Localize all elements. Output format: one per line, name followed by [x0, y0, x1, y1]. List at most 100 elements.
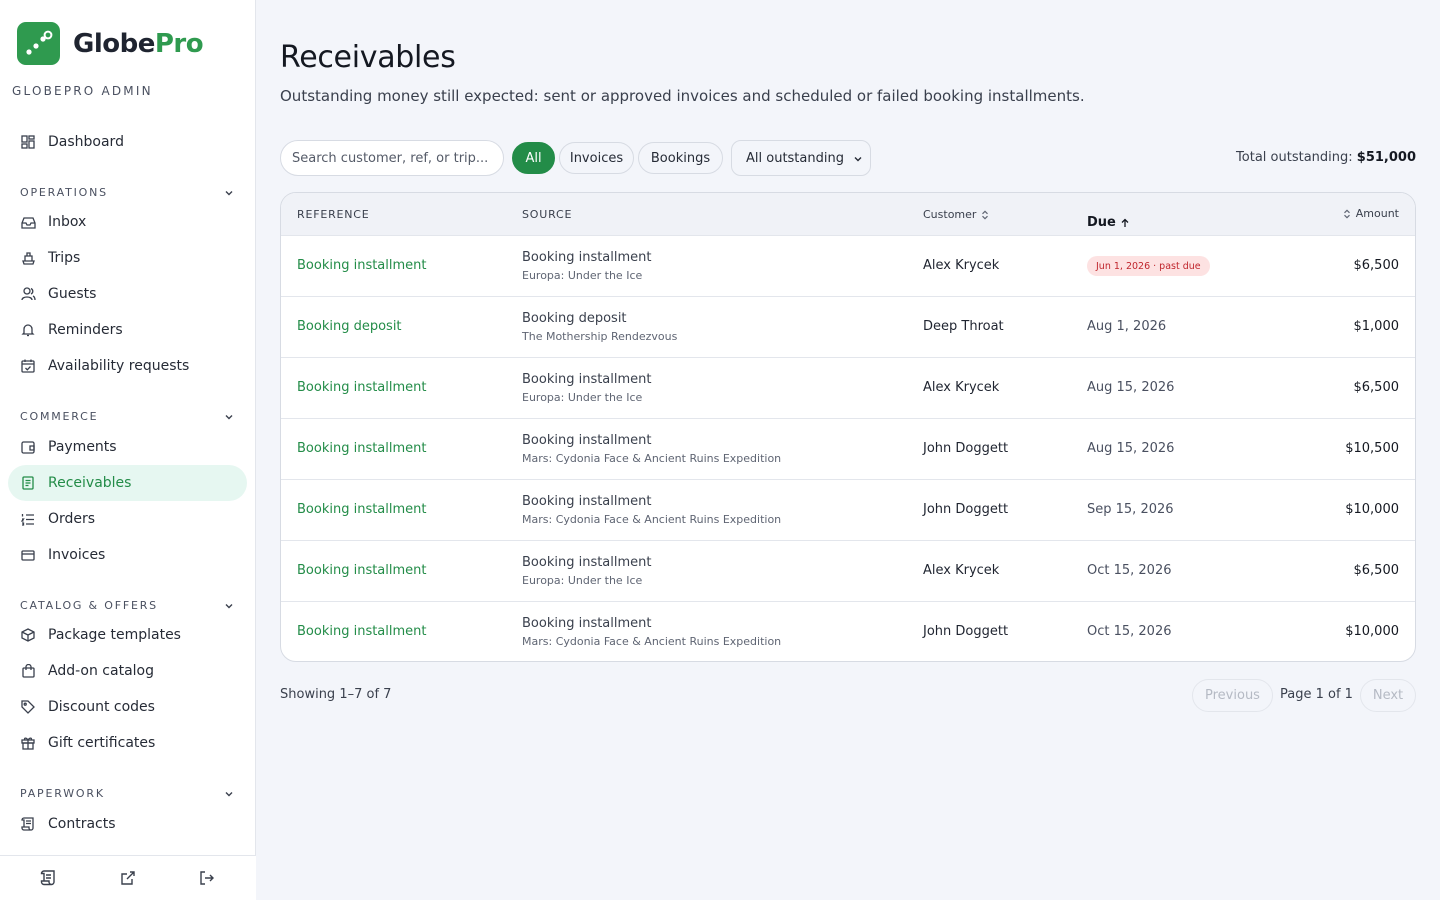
reference-link[interactable]: Booking installment	[297, 624, 427, 639]
sidebar-item-label: Gift certificates	[48, 735, 156, 751]
section-commerce[interactable]: COMMERCE	[20, 410, 235, 423]
sidebar-item-gift-certificates[interactable]: Gift certificates	[8, 725, 247, 761]
column-header-source: SOURCE	[522, 208, 573, 221]
source-trip: Mars: Cydonia Face & Ancient Ruins Exped…	[522, 452, 782, 465]
table-row[interactable]: Booking installment Booking installment …	[281, 479, 1415, 540]
chevron-down-icon	[854, 157, 862, 162]
receipt-icon	[20, 475, 36, 491]
column-header-due[interactable]: Due	[1087, 215, 1130, 230]
filter-chip-bookings[interactable]: Bookings	[638, 142, 723, 174]
customer-name: Alex Krycek	[923, 258, 1000, 273]
filter-chip-all[interactable]: All	[512, 142, 555, 174]
sidebar-item-receivables[interactable]: Receivables	[8, 465, 247, 501]
users-icon	[20, 286, 36, 302]
search-input[interactable]	[280, 140, 504, 176]
source-trip: Europa: Under the Ice	[522, 391, 643, 404]
sidebar-item-label: Invoices	[48, 547, 106, 563]
sidebar-item-discount-codes[interactable]: Discount codes	[8, 689, 247, 725]
logout-icon[interactable]	[198, 869, 216, 887]
column-header-customer[interactable]: Customer	[923, 208, 990, 221]
section-operations[interactable]: OPERATIONS	[20, 186, 235, 199]
tag-icon	[20, 699, 36, 715]
due-date: Aug 1, 2026	[1087, 319, 1167, 334]
source-trip: Mars: Cydonia Face & Ancient Ruins Exped…	[522, 635, 782, 648]
column-header-label: Customer	[923, 208, 977, 221]
amount: $10,000	[1345, 502, 1399, 517]
chevron-down-icon	[225, 791, 233, 796]
reference-link[interactable]: Booking installment	[297, 502, 427, 517]
sidebar-item-label: Payments	[48, 439, 117, 455]
pagination-summary: Showing 1–7 of 7	[280, 687, 392, 702]
reference-link[interactable]: Booking installment	[297, 258, 427, 273]
sidebar-item-label: Package templates	[48, 627, 181, 643]
sidebar-item-label: Receivables	[48, 475, 132, 491]
sidebar-item-add-on-catalog[interactable]: Add-on catalog	[8, 653, 247, 689]
customer-name: Deep Throat	[923, 319, 1004, 334]
sidebar: GlobePro GLOBEPRO ADMIN Dashboard OPERAT…	[0, 0, 256, 900]
column-header-amount[interactable]: Amount	[1342, 207, 1399, 220]
source-trip: Mars: Cydonia Face & Ancient Ruins Exped…	[522, 513, 782, 526]
source-title: Booking installment	[522, 494, 652, 509]
globepro-logo-icon	[17, 22, 60, 65]
due-date: Aug 15, 2026	[1087, 380, 1175, 395]
chevron-down-icon	[225, 190, 233, 195]
source-trip: Europa: Under the Ice	[522, 269, 643, 282]
chevron-down-icon	[225, 414, 233, 419]
table-row[interactable]: Booking installment Booking installment …	[281, 418, 1415, 479]
sidebar-item-label: Contracts	[48, 816, 116, 832]
filter-chip-invoices[interactable]: Invoices	[559, 142, 634, 174]
section-title: PAPERWORK	[20, 787, 105, 800]
total-label: Total outstanding:	[1236, 150, 1353, 165]
previous-button[interactable]: Previous	[1192, 679, 1273, 712]
sidebar-item-payments[interactable]: Payments	[8, 429, 247, 465]
sidebar-item-invoices[interactable]: Invoices	[8, 537, 247, 573]
sidebar-item-inbox[interactable]: Inbox	[8, 204, 247, 240]
external-link-icon[interactable]	[119, 869, 137, 887]
scroll-icon[interactable]	[39, 869, 57, 887]
brand[interactable]: GlobePro	[17, 22, 204, 65]
sidebar-item-guests[interactable]: Guests	[8, 276, 247, 312]
brand-name: GlobePro	[73, 28, 204, 59]
sidebar-item-availability-requests[interactable]: Availability requests	[8, 348, 247, 384]
amount: $6,500	[1353, 563, 1400, 578]
sidebar-item-reminders[interactable]: Reminders	[8, 312, 247, 348]
table-row[interactable]: Booking deposit Booking deposit The Moth…	[281, 296, 1415, 357]
sidebar-item-package-templates[interactable]: Package templates	[8, 617, 247, 653]
source-title: Booking installment	[522, 555, 652, 570]
section-catalog-offers[interactable]: CATALOG & OFFERS	[20, 599, 235, 612]
table-row[interactable]: Booking installment Booking installment …	[281, 540, 1415, 601]
dashboard-icon	[20, 134, 36, 150]
sidebar-item-label: Availability requests	[48, 358, 190, 374]
section-title: COMMERCE	[20, 410, 99, 423]
status-select[interactable]: All outstanding	[731, 140, 871, 176]
calendar-check-icon	[20, 358, 36, 374]
sort-icon	[1343, 208, 1350, 219]
reference-link[interactable]: Booking deposit	[297, 319, 402, 334]
sidebar-item-label: Add-on catalog	[48, 663, 154, 679]
sidebar-item-trips[interactable]: Trips	[8, 240, 247, 276]
list-ordered-icon	[20, 511, 36, 527]
amount: $10,500	[1345, 441, 1399, 456]
receivables-table: REFERENCE SOURCE Customer Due Amount Boo…	[280, 192, 1416, 662]
status-select-value: All outstanding	[746, 150, 844, 166]
sidebar-item-orders[interactable]: Orders	[8, 501, 247, 537]
sidebar-item-label: Guests	[48, 286, 97, 302]
sidebar-item-label: Discount codes	[48, 699, 155, 715]
due-date: Oct 15, 2026	[1087, 563, 1172, 578]
due-date: Sep 15, 2026	[1087, 502, 1174, 517]
reference-link[interactable]: Booking installment	[297, 380, 427, 395]
total-value: $51,000	[1356, 150, 1416, 165]
next-button[interactable]: Next	[1360, 679, 1416, 712]
table-row[interactable]: Booking installment Booking installment …	[281, 601, 1415, 661]
credit-card-icon	[20, 547, 36, 563]
section-title: CATALOG & OFFERS	[20, 599, 158, 612]
table-row[interactable]: Booking installment Booking installment …	[281, 357, 1415, 418]
sidebar-item-contracts[interactable]: Contracts	[8, 806, 247, 842]
reference-link[interactable]: Booking installment	[297, 563, 427, 578]
table-row[interactable]: Booking installment Booking installment …	[281, 235, 1415, 296]
reference-link[interactable]: Booking installment	[297, 441, 427, 456]
section-paperwork[interactable]: PAPERWORK	[20, 787, 235, 800]
sidebar-item-dashboard[interactable]: Dashboard	[8, 124, 247, 160]
source-title: Booking installment	[522, 372, 652, 387]
chevron-down-icon	[225, 603, 233, 608]
